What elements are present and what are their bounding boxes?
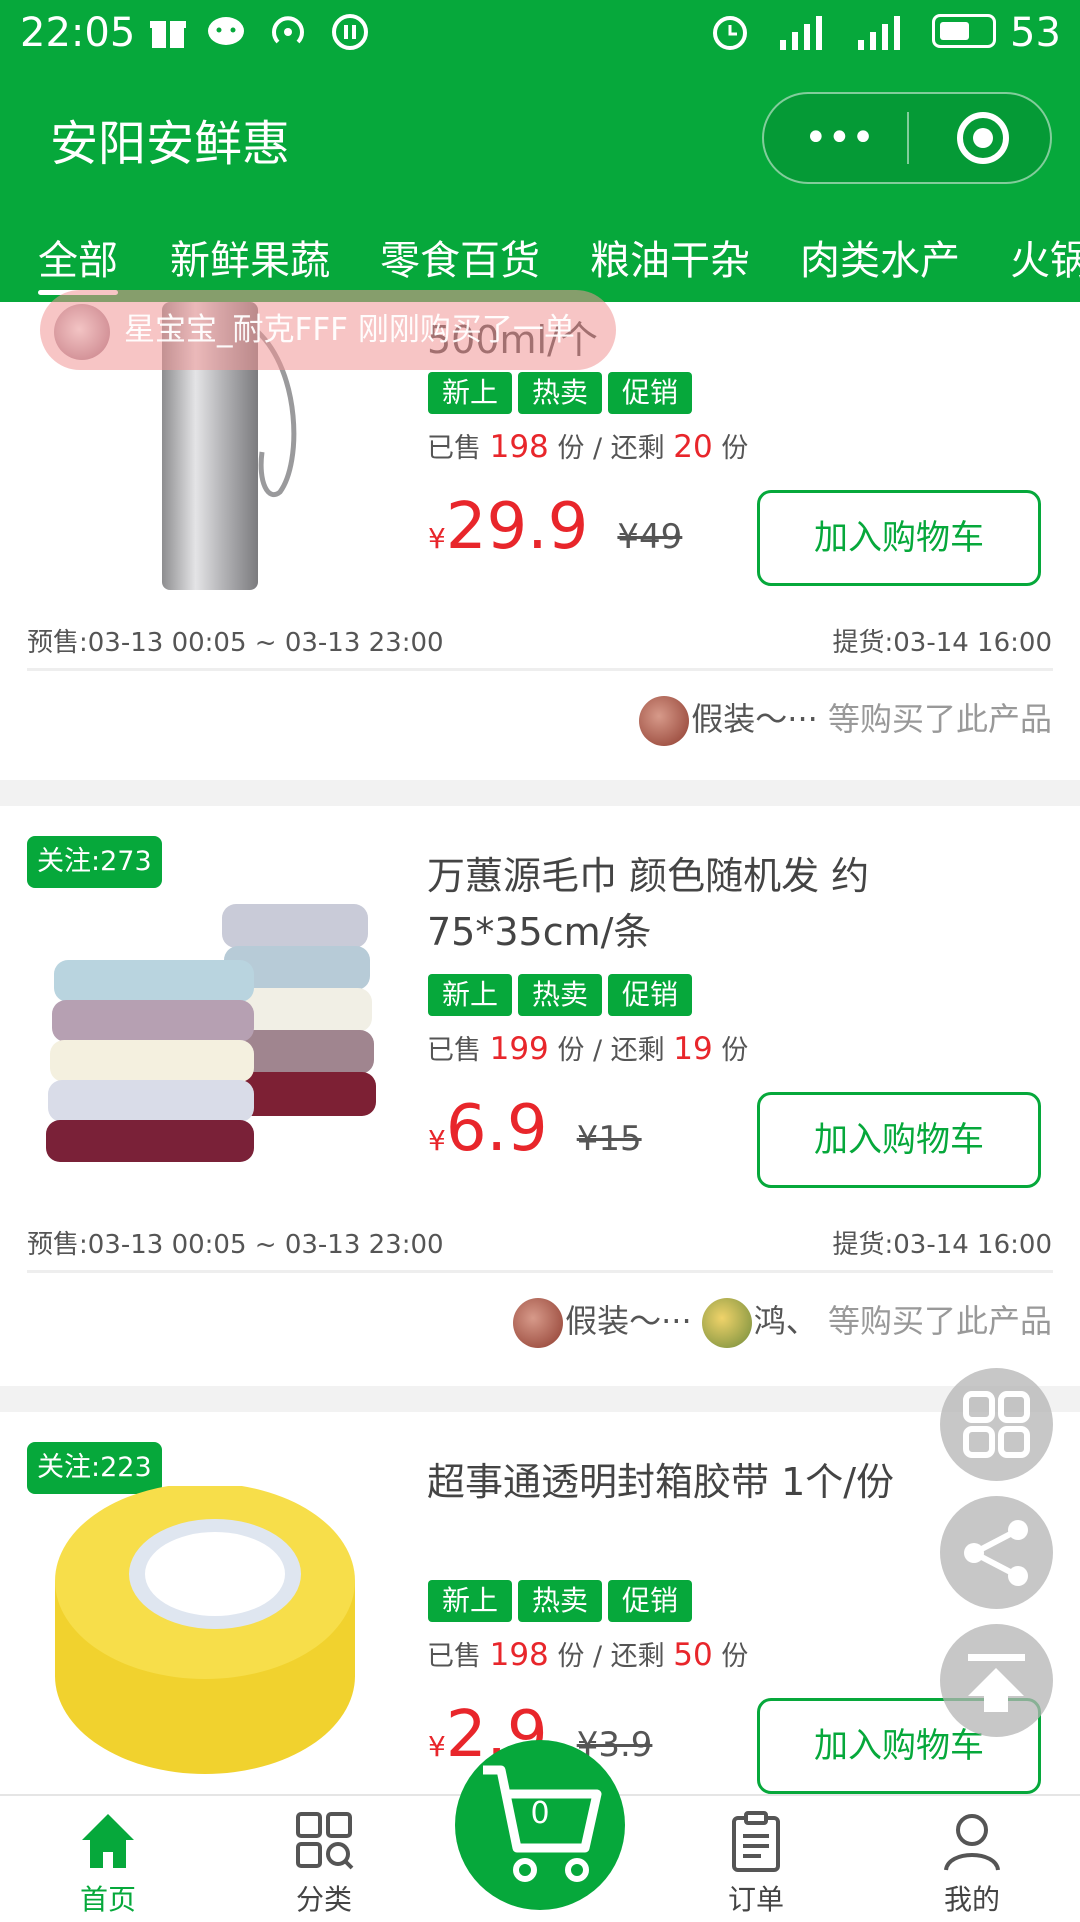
tag-new: 新上 xyxy=(428,974,513,1016)
tab-grain-oil[interactable]: 粮油干杂 xyxy=(590,228,750,286)
currency-symbol: ¥ xyxy=(428,1124,446,1157)
share-button[interactable] xyxy=(940,1496,1053,1609)
sales-info: 已售 198 份 / 还剩 20 份 xyxy=(427,429,749,465)
shopping-cart-button[interactable]: 0 xyxy=(455,1740,625,1910)
signal-3g-icon xyxy=(852,12,912,52)
divider xyxy=(27,668,1053,671)
cart-count: 0 xyxy=(530,1796,550,1831)
page-title: 安阳安鲜惠 xyxy=(50,116,291,172)
mini-program-capsule: ••• xyxy=(762,92,1052,184)
card-separator xyxy=(0,780,1080,806)
tab-meat-seafood[interactable]: 肉类水产 xyxy=(800,228,960,286)
currency-symbol: ¥ xyxy=(428,1730,446,1763)
qrcode-icon xyxy=(963,1391,1030,1458)
gift-icon xyxy=(148,12,188,52)
signal-4g-icon xyxy=(774,12,834,52)
battery-level xyxy=(940,22,969,40)
tag-promo: 促销 xyxy=(608,372,693,414)
product-image-towels[interactable] xyxy=(30,886,400,1166)
price-row: ¥29.9 ¥49 xyxy=(428,490,682,564)
user-profile-icon xyxy=(944,1814,1000,1871)
battery-icon xyxy=(932,14,996,48)
nav-orders[interactable]: 订单 xyxy=(656,1796,856,1922)
buyer-avatar xyxy=(701,1298,752,1348)
card-separator xyxy=(0,1386,1080,1412)
alarm-icon xyxy=(710,12,750,52)
product-name: 超事通透明封箱胶带 1个/份 xyxy=(427,1460,895,1504)
tag-promo: 促销 xyxy=(608,1580,693,1622)
original-price: ¥49 xyxy=(617,517,683,557)
pause-icon xyxy=(330,12,370,52)
nav-category[interactable]: 分类 xyxy=(224,1796,424,1922)
tag-hot: 热卖 xyxy=(518,1580,603,1622)
nav-home-label: 首页 xyxy=(79,1883,136,1916)
nav-category-label: 分类 xyxy=(295,1883,352,1916)
back-to-top-button[interactable] xyxy=(940,1624,1053,1737)
nav-orders-label: 订单 xyxy=(727,1883,784,1916)
buyer-avatar xyxy=(513,1298,564,1348)
capsule-divider xyxy=(907,112,909,164)
nav-mine-label: 我的 xyxy=(943,1883,1000,1916)
pickup-time: 提货:03-14 16:00 xyxy=(832,628,1052,658)
sales-info: 已售 199 份 / 还剩 19 份 xyxy=(427,1031,749,1067)
hotspot-icon xyxy=(268,12,308,52)
app-header: 22:05 53 安阳安鲜惠 ••• 全部 新鲜果蔬 零食百货 粮油干杂 肉类水… xyxy=(0,0,1080,302)
tab-all[interactable]: 全部 xyxy=(38,228,118,286)
add-to-cart-button[interactable]: 加入购物车 xyxy=(757,1092,1041,1188)
tab-snacks-groceries[interactable]: 零食百货 xyxy=(380,228,540,286)
price-row: ¥6.9 ¥15 xyxy=(428,1092,642,1166)
tag-hot: 热卖 xyxy=(518,372,603,414)
product-card: 500ml/个 新上 热卖 促销 已售 198 份 / 还剩 20 份 ¥29.… xyxy=(0,302,1080,780)
share-icon xyxy=(964,1520,1028,1586)
sales-info: 已售 198 份 / 还剩 50 份 xyxy=(427,1637,749,1673)
toast-avatar xyxy=(54,303,110,360)
recent-buyers: 假装～··· 等购买了此产品 xyxy=(639,694,1052,746)
product-card: 关注:273 万蕙源毛巾 颜色随机发 约75*35cm/条 新上 热卖 促销 已… xyxy=(0,806,1080,1386)
original-price: ¥15 xyxy=(576,1119,642,1159)
more-menu-button[interactable]: ••• xyxy=(804,110,875,166)
product-image-tape[interactable] xyxy=(30,1483,400,1794)
wechat-icon xyxy=(206,12,246,52)
arrow-up-to-top-icon xyxy=(968,1654,1025,1712)
product-card: 关注:223 超事通透明封箱胶带 1个/份 新上 热卖 促销 已售 198 份 … xyxy=(0,1412,1080,1794)
pickup-time: 提货:03-14 16:00 xyxy=(832,1230,1052,1260)
buyer-avatar xyxy=(639,696,690,746)
tab-fresh-produce[interactable]: 新鲜果蔬 xyxy=(170,228,330,286)
tag-new: 新上 xyxy=(428,1580,513,1622)
nav-home[interactable]: 首页 xyxy=(8,1796,208,1922)
sale-price: 6.9 xyxy=(445,1092,548,1166)
product-name: 万蕙源毛巾 颜色随机发 约75*35cm/条 xyxy=(427,854,870,954)
tag-new: 新上 xyxy=(428,372,513,414)
home-icon xyxy=(82,1814,134,1868)
recent-buyers: 假装～··· 鸿、 等购买了此产品 xyxy=(513,1296,1052,1348)
pre-sale-time: 预售:03-13 00:05 ~ 03-13 23:00 xyxy=(27,1230,444,1260)
close-mini-program-button[interactable] xyxy=(957,112,1009,164)
nav-mine[interactable]: 我的 xyxy=(872,1796,1072,1922)
status-time: 22:05 xyxy=(20,10,136,56)
currency-symbol: ¥ xyxy=(428,522,446,555)
divider xyxy=(27,1270,1053,1273)
purchase-toast: 星宝宝_耐克FFF 刚刚购买了一单 xyxy=(40,290,616,370)
qrcode-button[interactable] xyxy=(940,1368,1053,1481)
orders-clipboard-icon xyxy=(732,1811,780,1872)
add-to-cart-button[interactable]: 加入购物车 xyxy=(757,490,1041,586)
tag-promo: 促销 xyxy=(608,974,693,1016)
battery-percent: 53 xyxy=(1010,10,1061,56)
sale-price: 29.9 xyxy=(445,490,589,564)
tag-hot: 热卖 xyxy=(518,974,603,1016)
follow-count-badge: 关注:273 xyxy=(27,836,162,888)
category-grid-icon xyxy=(296,1812,354,1870)
tab-hotpot[interactable]: 火锅 xyxy=(1010,228,1080,286)
pre-sale-time: 预售:03-13 00:05 ~ 03-13 23:00 xyxy=(27,628,444,658)
